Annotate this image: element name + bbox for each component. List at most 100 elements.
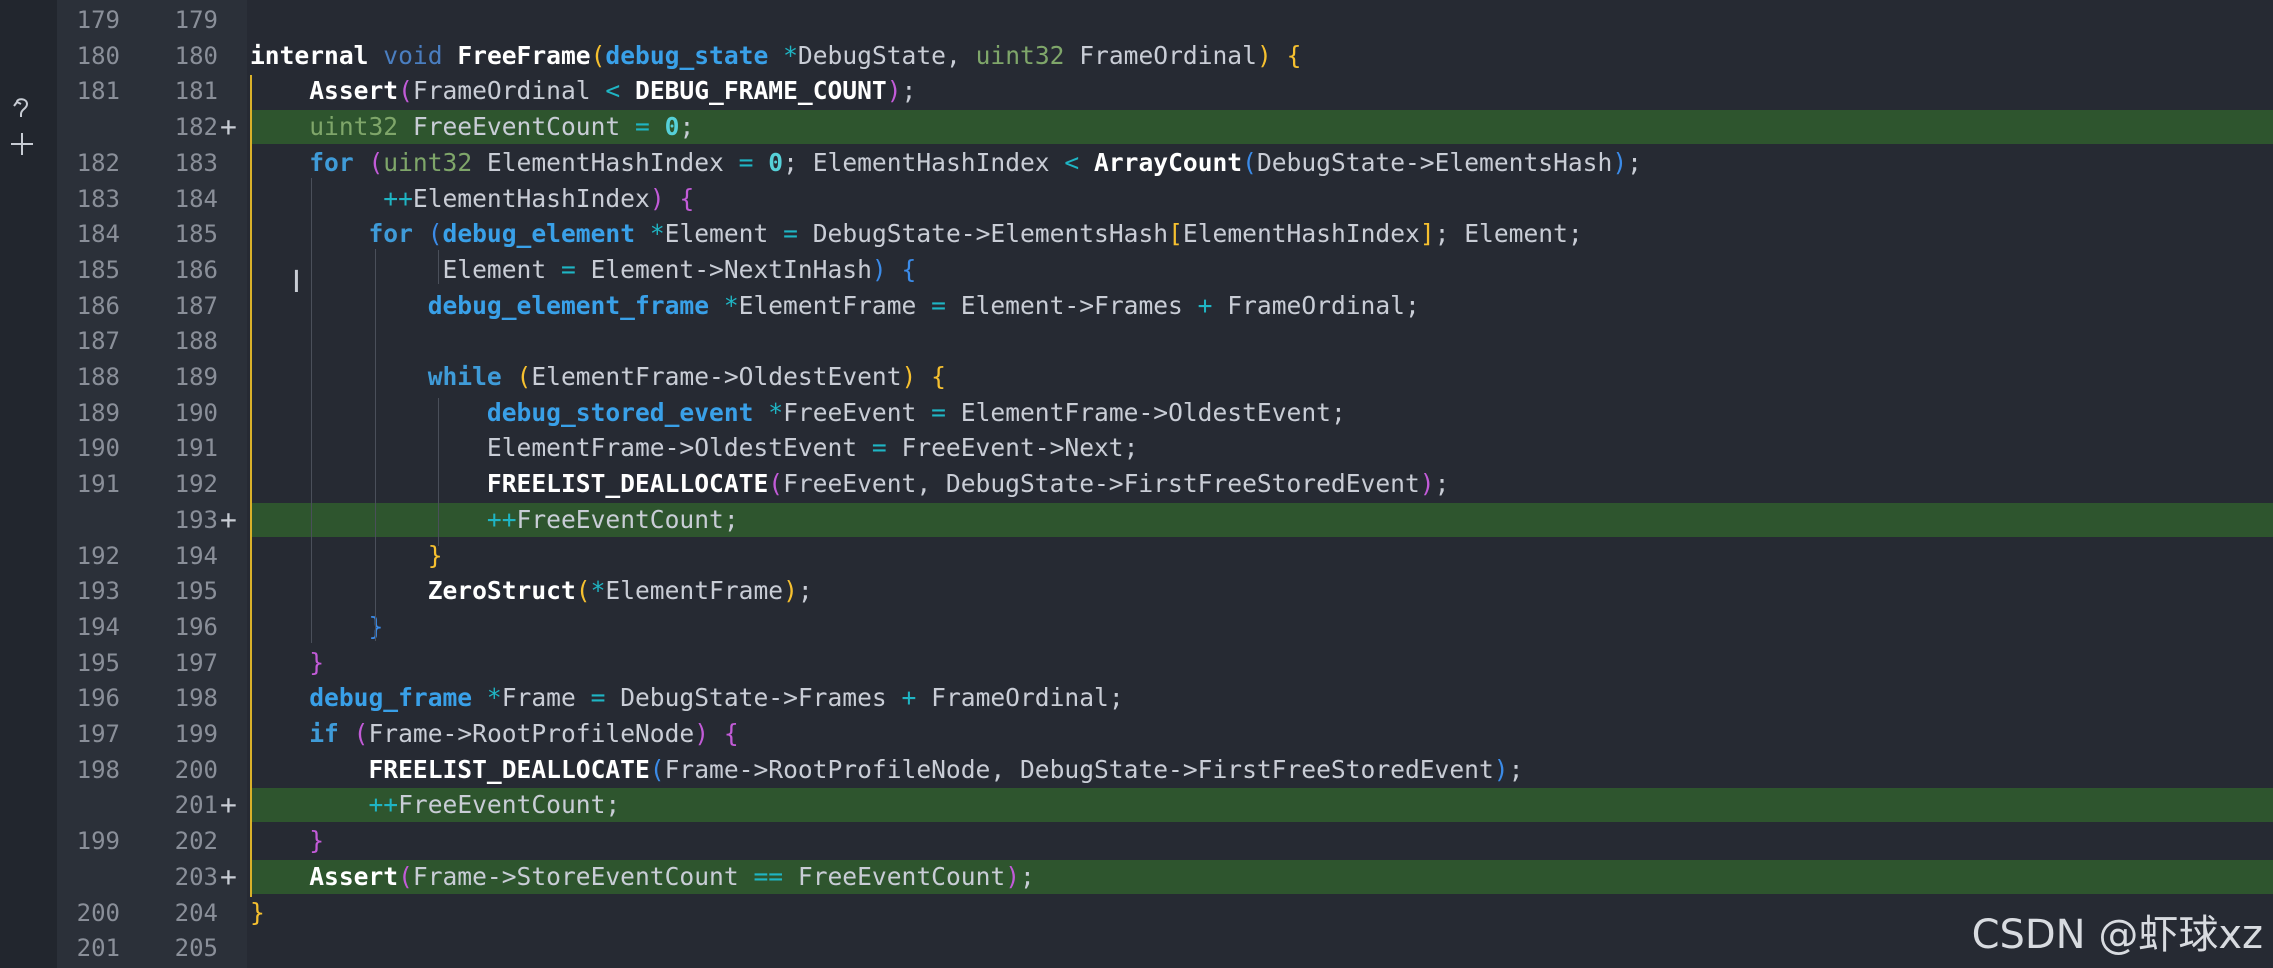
new-line-number: 202 [174, 827, 218, 856]
code-line: 197 199 if (Frame->RootProfileNode) { [0, 717, 2273, 751]
code-text[interactable]: } [250, 896, 265, 930]
code-token: Element->Frames [945, 290, 1198, 320]
code-token: { [723, 719, 739, 748]
new-line-number: 199 [174, 720, 218, 748]
code-line: 186 187 debug_element_frame *ElementFrame… [0, 289, 2273, 323]
code-token: ( [768, 469, 784, 499]
code-text[interactable]: for (uint32 ElementHashIndex = 0; Elemen… [250, 146, 1642, 180]
code-line: 198 200 FREELIST_DEALLOCATE(Frame->RootPr… [0, 753, 2273, 787]
code-text[interactable]: } [250, 646, 324, 680]
code-text[interactable]: uint32 FreeEventCount = 0; [250, 110, 694, 144]
new-line-number: 187 [174, 291, 218, 320]
code-text[interactable]: } [250, 824, 324, 858]
code-token: = [590, 683, 606, 713]
code-token: DEBUG_FRAME_COUNT [635, 76, 887, 106]
code-text[interactable]: Element = Element->NextInHash) { [250, 253, 916, 287]
code-token: * [783, 40, 798, 70]
code-token: ElementFrame->OldestEvent [531, 362, 902, 391]
code-token: = [931, 290, 946, 320]
code-line: 193 195 ZeroStruct(*ElementFrame); [0, 574, 2273, 608]
code-token: ) [871, 254, 887, 284]
code-token: ( [427, 219, 443, 249]
code-token: ElementFrame [605, 576, 784, 606]
code-text[interactable]: ++FreeEventCount; [250, 788, 620, 822]
old-line-number: 198 [76, 755, 120, 784]
code-text[interactable]: for (debug_element *Element = DebugState… [250, 217, 1582, 251]
code-token: FreeEvent [783, 397, 932, 427]
code-text[interactable]: Assert(Frame->StoreEventCount == FreeEve… [250, 860, 1035, 894]
code-token: ; [901, 76, 917, 106]
code-token: ++ [383, 183, 413, 213]
code-token: = [635, 112, 650, 142]
code-token: internal [250, 40, 369, 70]
code-text[interactable]: debug_frame *Frame = DebugState->Frames … [250, 681, 1124, 715]
code-token: uint32 [309, 112, 399, 142]
code-token: Frame->RootProfileNode, DebugState->Firs… [664, 754, 1494, 784]
code-token: ElementHashIndex [1182, 219, 1420, 249]
code-text[interactable]: ZeroStruct(*ElementFrame); [250, 574, 813, 608]
old-line-number [60, 110, 120, 144]
new-line-number: 188 [174, 327, 218, 356]
old-line-number: 179 [76, 6, 120, 34]
code-text[interactable]: } [250, 539, 443, 573]
watermark: CSDN @虾球xz [1971, 912, 2263, 958]
code-text[interactable]: while (ElementFrame->OldestEvent) { [250, 360, 946, 394]
code-token: } [250, 897, 265, 927]
code-line: 201 205 [0, 931, 2273, 965]
new-line-number: 183 [174, 148, 218, 177]
code-token: ) [901, 362, 917, 391]
code-token: FreeEvent, DebugState->FirstFreeStoredEv… [783, 469, 1420, 499]
code-text[interactable]: FREELIST_DEALLOCATE(FreeEvent, DebugStat… [250, 467, 1449, 501]
code-token: FrameOrdinal [1064, 40, 1257, 70]
code-token: { [1286, 40, 1302, 70]
code-token: } [309, 826, 325, 856]
added-marker: + [220, 110, 237, 144]
code-text[interactable]: } [250, 610, 383, 644]
old-line-number: 187 [76, 327, 120, 356]
old-line-number: 181 [76, 77, 120, 106]
code-text[interactable]: debug_stored_event *FreeEvent = ElementF… [250, 396, 1346, 430]
code-token: ZeroStruct [427, 576, 576, 606]
code-line: 199 202 } [0, 824, 2273, 858]
old-line-number: 199 [76, 827, 120, 856]
code-text[interactable]: debug_element_frame *ElementFrame = Elem… [250, 289, 1420, 323]
old-line-number: 180 [76, 41, 120, 70]
code-text[interactable]: Assert(FrameOrdinal < DEBUG_FRAME_COUNT)… [250, 74, 916, 108]
indent-guide [250, 75, 252, 897]
code-token: { [679, 183, 695, 213]
code-line: 200 204} [0, 896, 2273, 930]
code-token: [ [1168, 219, 1183, 249]
new-line-number: 185 [174, 220, 218, 249]
added-line: 193 + ++FreeEventCount; [0, 502, 2273, 537]
code-text[interactable]: FREELIST_DEALLOCATE(Frame->RootProfileNo… [250, 753, 1523, 787]
code-text[interactable]: ElementFrame->OldestEvent = FreeEvent->N… [250, 431, 1139, 465]
new-line-number: 196 [174, 612, 218, 641]
code-token: Frame->RootProfileNode [368, 719, 695, 748]
code-text[interactable]: internal void FreeFrame(debug_state *Deb… [250, 39, 1301, 73]
code-token: + [901, 683, 917, 713]
code-token: for [309, 147, 354, 177]
code-text[interactable]: ++ElementHashIndex) { [250, 182, 694, 216]
code-token: Element [664, 219, 784, 249]
code-text[interactable]: if (Frame->RootProfileNode) { [250, 717, 739, 751]
code-token: ) [1419, 469, 1435, 499]
code-token: + [1197, 290, 1213, 320]
new-line-number: 182 [174, 113, 218, 142]
code-text[interactable]: ++FreeEventCount; [250, 503, 739, 537]
code-token: FrameOrdinal; [916, 683, 1124, 713]
code-token: ) [1493, 754, 1509, 784]
new-line-number: 203 [174, 862, 218, 891]
code-token: ( [649, 754, 665, 784]
indent-guide [375, 249, 376, 641]
